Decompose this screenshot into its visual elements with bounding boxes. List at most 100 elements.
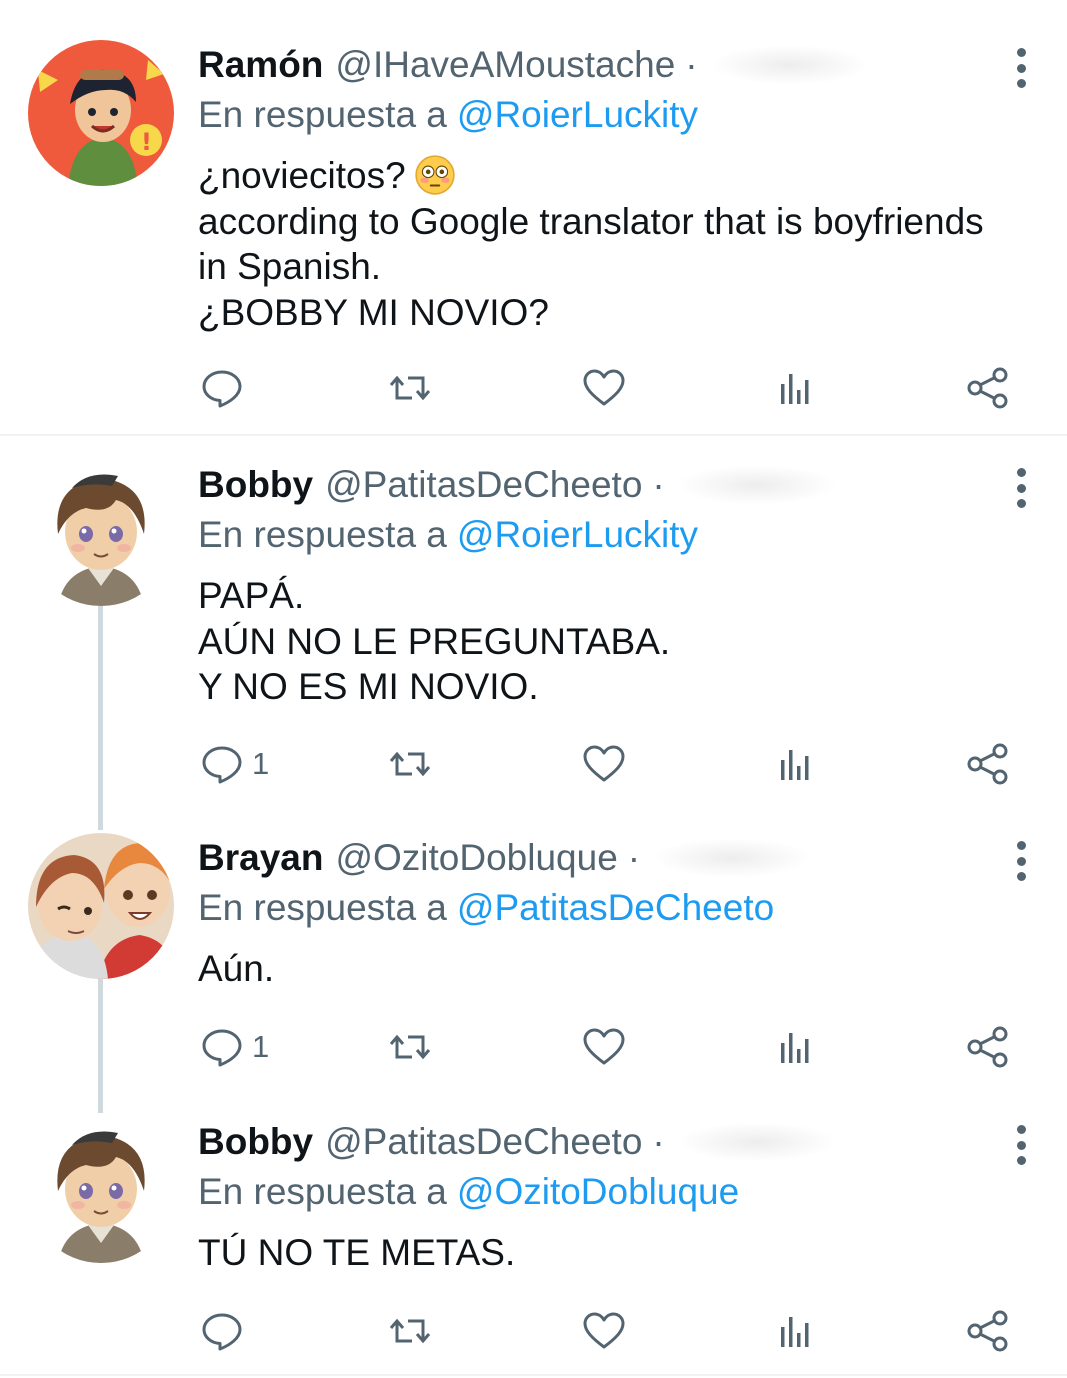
avatar[interactable]: ! [28, 40, 174, 186]
avatar-image: ! [28, 40, 174, 186]
reply-icon [202, 1029, 242, 1067]
timestamp-redacted [652, 838, 813, 878]
tweet-text-line: according to Google translator that is b… [198, 200, 984, 242]
avatar-image [28, 1117, 174, 1263]
conversation-timeline: ! Ramón @IHaveAMoustache · En respuesta … [0, 0, 1067, 1378]
reply-prefix: En respuesta a [198, 94, 447, 135]
timestamp-redacted [676, 1122, 837, 1162]
retweet-icon [389, 375, 431, 401]
reply-button[interactable] [200, 1301, 244, 1361]
like-icon [583, 1312, 625, 1349]
tweet-header: Bobby @PatitasDeCheeto · [198, 1117, 837, 1167]
reply-mention[interactable]: @PatitasDeCheeto [457, 887, 774, 928]
reply-context: En respuesta a @RoierLuckity [198, 510, 698, 560]
share-icon [967, 1026, 1008, 1068]
tweet[interactable]: Bobby @PatitasDeCheeto · En respuesta a @… [0, 1117, 1067, 1378]
avatar[interactable] [28, 1117, 174, 1263]
reply-mention[interactable]: @OzitoDobluque [457, 1171, 739, 1212]
tweet-text: ¿noviecitos? according to Google transla… [198, 153, 1048, 335]
author-name[interactable]: Bobby [198, 460, 313, 510]
avatar-image [28, 833, 174, 979]
like-icon [583, 1028, 625, 1065]
svg-text:!: ! [141, 128, 152, 156]
separator-dot: · [627, 837, 641, 878]
avatar[interactable] [28, 833, 174, 979]
retweet-button[interactable] [388, 1017, 432, 1077]
tweet-actions [0, 1301, 1067, 1361]
share-button[interactable] [966, 358, 1010, 418]
tweet[interactable]: ! Ramón @IHaveAMoustache · En respuesta … [0, 40, 1067, 434]
reply-prefix: En respuesta a [198, 514, 447, 555]
reply-context: En respuesta a @PatitasDeCheeto [198, 883, 774, 933]
reply-button[interactable] [200, 358, 244, 418]
tweet-text-line: ¿BOBBY MI NOVIO? [198, 291, 549, 333]
retweet-button[interactable] [388, 1301, 432, 1361]
more-options-icon[interactable] [1013, 48, 1029, 88]
flushed-face-emoji [415, 155, 455, 195]
analytics-button[interactable] [774, 734, 818, 794]
author-handle[interactable]: @IHaveAMoustache [335, 40, 675, 90]
author-name[interactable]: Brayan [198, 833, 323, 883]
tweet[interactable]: Bobby @PatitasDeCheeto · En respuesta a @… [0, 460, 1067, 820]
tweet-text-line: TÚ NO TE METAS. [198, 1232, 516, 1273]
reply-context: En respuesta a @OzitoDobluque [198, 1167, 739, 1217]
timestamp-redacted [709, 45, 870, 85]
tweet-text: Aún. [198, 946, 1048, 992]
reply-count: 1 [252, 1029, 270, 1064]
more-options-icon[interactable] [1013, 468, 1029, 508]
reply-icon [202, 370, 242, 408]
like-button[interactable] [582, 1301, 626, 1361]
share-button[interactable] [966, 734, 1010, 794]
reply-mention[interactable]: @RoierLuckity [457, 514, 698, 555]
analytics-button[interactable] [774, 1017, 818, 1077]
tweet-text-line: Y NO ES MI NOVIO. [198, 666, 539, 707]
tweet-actions [0, 358, 1067, 418]
analytics-icon [781, 374, 809, 404]
tweet-header: Brayan @OzitoDobluque · [198, 833, 813, 883]
analytics-button[interactable] [774, 1301, 818, 1361]
tweet[interactable]: Brayan @OzitoDobluque · En respuesta a @P… [0, 833, 1067, 1093]
share-button[interactable] [966, 1301, 1010, 1361]
avatar-image [28, 460, 174, 606]
like-button[interactable] [582, 358, 626, 418]
tweet-text-line: Aún. [198, 948, 275, 989]
share-button[interactable] [966, 1017, 1010, 1077]
retweet-button[interactable] [388, 734, 432, 794]
tweet-text-line: PAPÁ. [198, 575, 305, 616]
tweet-text-line: AÚN NO LE PREGUNTABA. [198, 620, 671, 662]
analytics-icon [781, 1317, 809, 1347]
author-handle[interactable]: @OzitoDobluque [335, 833, 617, 883]
retweet-button[interactable] [388, 358, 432, 418]
more-options-icon[interactable] [1013, 841, 1029, 881]
retweet-icon [389, 1318, 431, 1344]
author-handle[interactable]: @PatitasDeCheeto [325, 460, 642, 510]
analytics-button[interactable] [774, 358, 818, 418]
author-handle[interactable]: @PatitasDeCheeto [325, 1117, 642, 1167]
more-options-icon[interactable] [1013, 1125, 1029, 1165]
author-name[interactable]: Bobby [198, 1117, 313, 1167]
timestamp-redacted [676, 465, 837, 505]
reply-icon [202, 1313, 242, 1351]
retweet-icon [389, 1034, 431, 1060]
reply-mention[interactable]: @RoierLuckity [457, 94, 698, 135]
retweet-icon [389, 751, 431, 777]
reply-button[interactable]: 1 [200, 734, 269, 794]
separator-dot: · [652, 1121, 665, 1162]
tweet-text: PAPÁ. AÚN NO LE PREGUNTABA. Y NO ES MI N… [198, 573, 1048, 710]
tweet-actions: 1 [0, 734, 1067, 794]
tweet-text-line: ¿noviecitos? [198, 153, 1048, 199]
analytics-icon [781, 750, 809, 780]
separator-dot: · [685, 44, 698, 85]
author-name[interactable]: Ramón [198, 40, 323, 90]
like-button[interactable] [582, 1017, 626, 1077]
separator-dot: · [652, 464, 665, 505]
avatar[interactable] [28, 460, 174, 606]
like-button[interactable] [582, 734, 626, 794]
reply-button[interactable]: 1 [200, 1017, 269, 1077]
share-icon [967, 1310, 1008, 1352]
reply-icon [202, 746, 242, 784]
analytics-icon [781, 1033, 809, 1063]
reply-count: 1 [252, 746, 270, 781]
reply-context: En respuesta a @RoierLuckity [198, 90, 698, 140]
like-icon [583, 745, 625, 782]
